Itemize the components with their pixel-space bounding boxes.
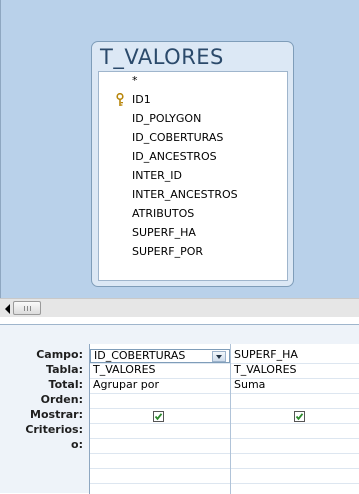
row-label-campo: Campo: [36, 348, 83, 361]
criteria-cell[interactable] [231, 424, 359, 436]
field-item-id-ancestros[interactable]: ID_ANCESTROS [132, 150, 217, 163]
checkbox-checked-icon[interactable] [153, 411, 164, 422]
field-cell[interactable]: ID_COBERTURAS [90, 349, 230, 363]
field-item-id-coberturas[interactable]: ID_COBERTURAS [132, 131, 223, 144]
sort-cell[interactable] [231, 394, 359, 406]
table-cell[interactable]: T_VALORES [90, 364, 230, 376]
total-cell[interactable]: Agrupar por [90, 379, 230, 391]
or-cell[interactable] [231, 439, 359, 451]
dropdown-arrow-icon[interactable] [212, 351, 226, 362]
field-item-superf-ha[interactable]: SUPERF_HA [132, 226, 196, 239]
sort-cell[interactable] [90, 394, 230, 406]
grid-column-2[interactable]: SUPERF_HA T_VALORES Suma [231, 344, 359, 494]
field-item-inter-ancestros[interactable]: INTER_ANCESTROS [132, 188, 238, 201]
pane-splitter[interactable] [0, 317, 359, 324]
criteria-cell[interactable] [90, 424, 230, 436]
grip-line [30, 306, 31, 311]
scrollbar-thumb[interactable] [13, 301, 41, 315]
row-label-orden: Orden: [40, 393, 83, 406]
row-label-mostrar: Mostrar: [30, 408, 83, 421]
total-cell[interactable]: Suma [231, 379, 359, 391]
field-item-inter-id[interactable]: INTER_ID [132, 169, 182, 182]
key-icon [116, 93, 124, 106]
table-cell[interactable]: T_VALORES [231, 364, 359, 376]
grid-columns: ID_COBERTURAS T_VALORES Agrupar por SUPE… [89, 344, 359, 494]
field-item-id-polygon[interactable]: ID_POLYGON [132, 112, 201, 125]
field-cell[interactable]: SUPERF_HA [231, 349, 359, 361]
grid-column-1[interactable]: ID_COBERTURAS T_VALORES Agrupar por [90, 344, 231, 494]
row-label-o: o: [71, 438, 83, 451]
field-item-all[interactable]: * [132, 74, 138, 87]
table-field-list-window[interactable]: T_VALORES * ID1 ID_POLYGON ID_COBERTURAS… [91, 41, 294, 287]
field-cell-value: ID_COBERTURAS [94, 349, 186, 362]
row-label-total: Total: [48, 378, 83, 391]
row-label-criterios: Criterios: [25, 423, 83, 436]
row-label-tabla: Tabla: [46, 363, 83, 376]
table-title: T_VALORES [100, 45, 224, 69]
query-designer-pane[interactable]: T_VALORES * ID1 ID_POLYGON ID_COBERTURAS… [0, 0, 359, 298]
field-item-id1[interactable]: ID1 [132, 93, 151, 106]
checkbox-checked-icon[interactable] [294, 411, 305, 422]
grip-line [24, 306, 25, 311]
scroll-left-icon[interactable] [5, 304, 10, 314]
or-cell[interactable] [90, 439, 230, 451]
grip-line [27, 306, 28, 311]
query-design-grid: Campo: Tabla: Total: Orden: Mostrar: Cri… [0, 324, 359, 494]
field-item-atributos[interactable]: ATRIBUTOS [132, 207, 194, 220]
field-item-superf-por[interactable]: SUPERF_POR [132, 245, 203, 258]
field-list[interactable]: * ID1 ID_POLYGON ID_COBERTURAS ID_ANCEST… [98, 71, 288, 281]
horizontal-scrollbar[interactable] [0, 298, 359, 317]
